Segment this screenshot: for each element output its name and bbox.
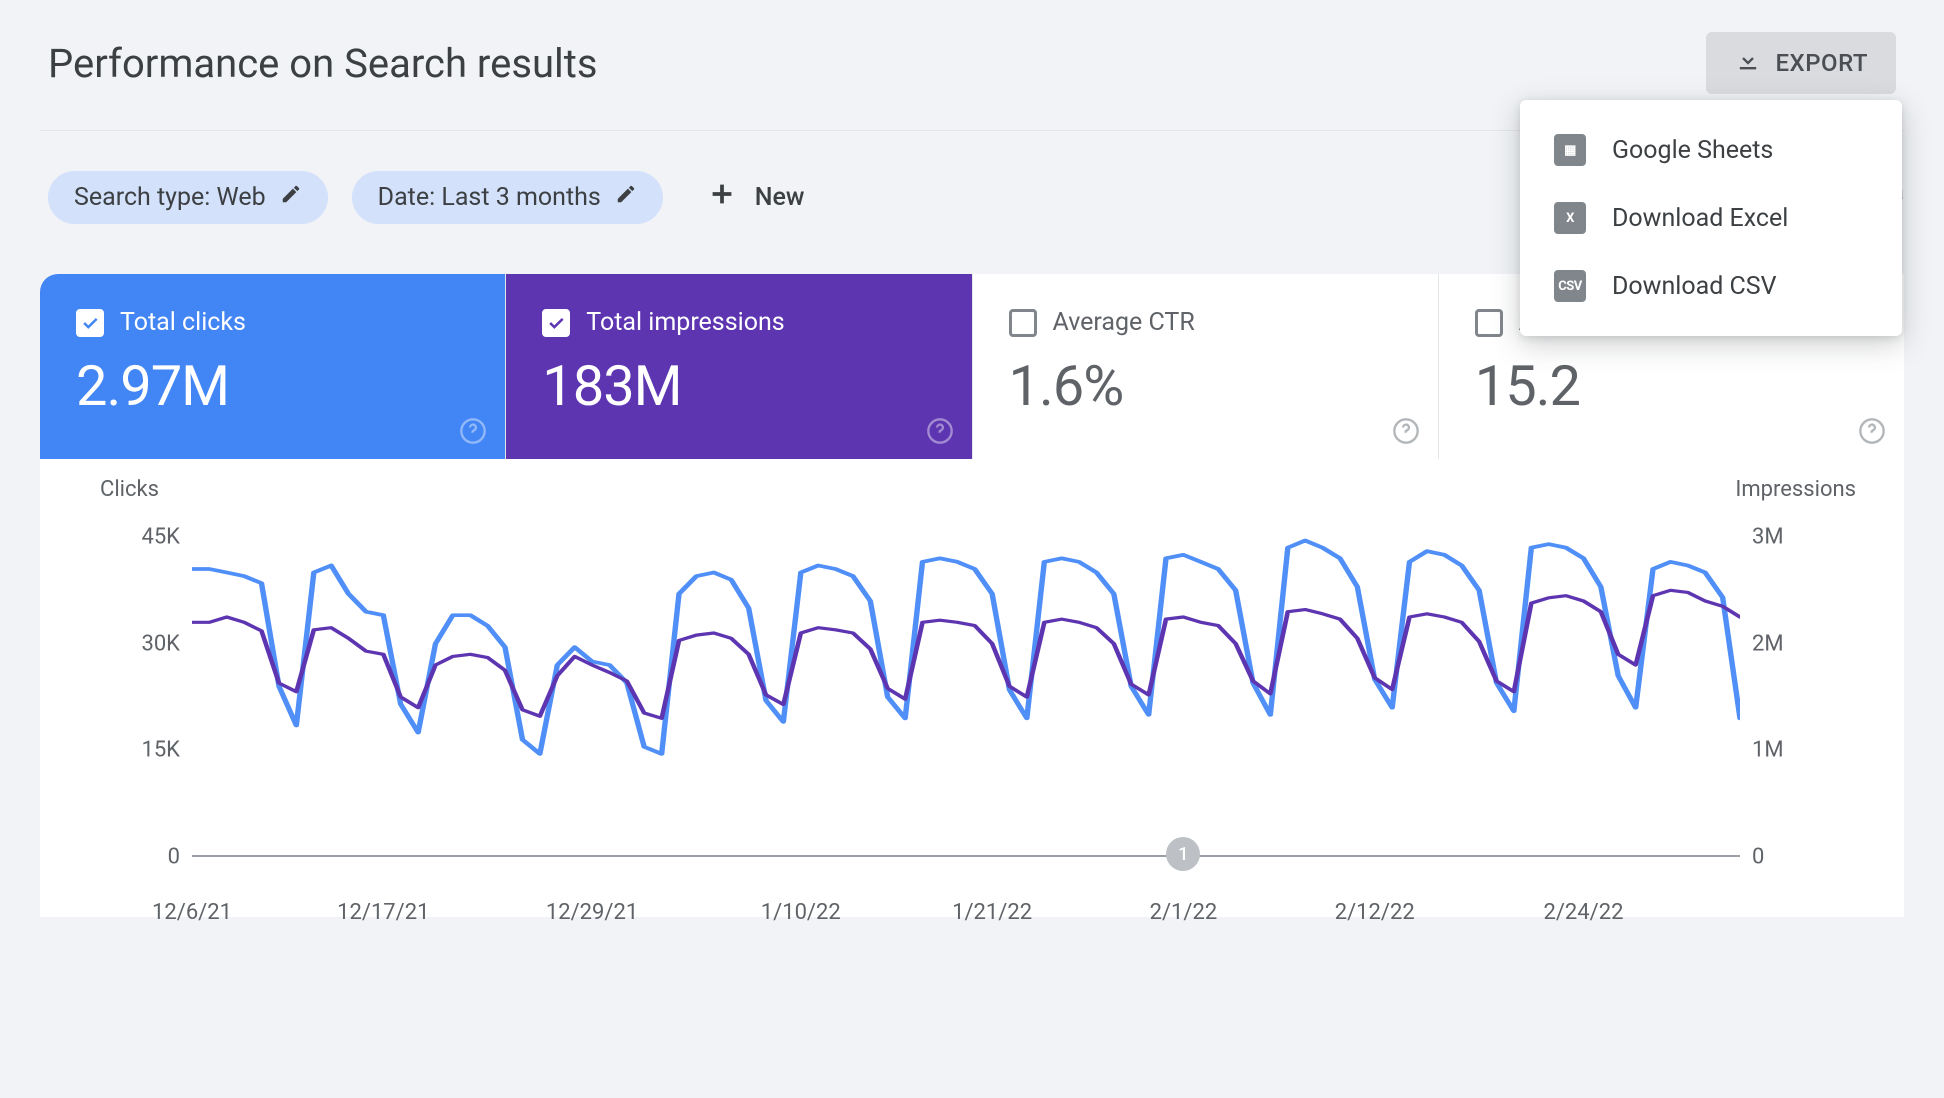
card-total-clicks[interactable]: Total clicks 2.97M <box>40 274 506 459</box>
x-tick: 12/29/21 <box>546 900 638 925</box>
export-menu-google-sheets[interactable]: ▦ Google Sheets <box>1520 116 1902 184</box>
x-tick: 1/10/22 <box>761 900 841 925</box>
help-icon[interactable] <box>459 417 487 445</box>
y-axis-right-title: Impressions <box>1735 477 1856 502</box>
export-menu-item-label: Google Sheets <box>1612 136 1773 165</box>
export-menu-download-csv[interactable]: CSV Download CSV <box>1520 252 1902 320</box>
export-menu-download-excel[interactable]: X Download Excel <box>1520 184 1902 252</box>
chart-lines <box>192 537 1740 857</box>
chart-annotation-badge[interactable]: 1 <box>1166 837 1200 871</box>
chart-panel: Clicks Impressions 45K30K15K03M2M1M012/6… <box>40 459 1904 917</box>
filter-search-type-label: Search type: Web <box>74 183 266 212</box>
export-button-label: EXPORT <box>1776 49 1869 77</box>
export-menu-item-label: Download Excel <box>1612 204 1788 233</box>
plus-icon <box>707 179 737 216</box>
chart-baseline <box>192 855 1740 857</box>
pencil-icon <box>615 183 637 212</box>
y-tick-right: 2M <box>1752 631 1812 656</box>
filter-search-type[interactable]: Search type: Web <box>48 171 328 224</box>
checkbox-unchecked-icon <box>1009 309 1037 337</box>
x-tick: 2/1/22 <box>1150 900 1218 925</box>
card-value: 2.97M <box>76 353 469 419</box>
download-icon <box>1734 46 1762 80</box>
x-tick: 12/17/21 <box>337 900 429 925</box>
csv-icon: CSV <box>1554 270 1586 302</box>
x-tick: 1/21/22 <box>952 900 1032 925</box>
y-tick-right: 1M <box>1752 738 1812 763</box>
card-label: Total clicks <box>120 308 246 337</box>
checkbox-unchecked-icon <box>1475 309 1503 337</box>
new-filter-button[interactable]: New <box>687 169 825 226</box>
x-tick: 12/6/21 <box>152 900 232 925</box>
export-menu: ▦ Google Sheets X Download Excel CSV Dow… <box>1520 100 1902 336</box>
pencil-icon <box>280 183 302 212</box>
y-tick-left: 30K <box>124 631 180 656</box>
new-filter-label: New <box>755 183 805 212</box>
card-label: Total impressions <box>586 308 784 337</box>
chart-series-clicks <box>192 541 1740 754</box>
help-icon[interactable] <box>926 417 954 445</box>
card-total-impressions[interactable]: Total impressions 183M <box>506 274 972 459</box>
card-value: 1.6% <box>1009 353 1402 419</box>
y-tick-left: 15K <box>124 738 180 763</box>
export-button[interactable]: EXPORT <box>1706 32 1897 94</box>
page-title: Performance on Search results <box>48 40 597 87</box>
checkbox-checked-icon <box>76 309 104 337</box>
y-tick-right: 0 <box>1752 845 1812 870</box>
card-value: 183M <box>542 353 935 419</box>
filter-date[interactable]: Date: Last 3 months <box>352 171 663 224</box>
export-menu-item-label: Download CSV <box>1612 272 1777 301</box>
checkbox-checked-icon <box>542 309 570 337</box>
y-tick-left: 45K <box>124 525 180 550</box>
x-tick: 2/24/22 <box>1543 900 1623 925</box>
y-tick-left: 0 <box>124 845 180 870</box>
filter-date-label: Date: Last 3 months <box>378 183 601 212</box>
card-average-ctr[interactable]: Average CTR 1.6% <box>973 274 1439 459</box>
card-value: 15.2 <box>1475 353 1868 419</box>
help-icon[interactable] <box>1392 417 1420 445</box>
excel-icon: X <box>1554 202 1586 234</box>
card-label: Average CTR <box>1053 308 1195 337</box>
sheets-icon: ▦ <box>1554 134 1586 166</box>
x-tick: 2/12/22 <box>1335 900 1415 925</box>
chart-body: 45K30K15K03M2M1M012/6/2112/17/2112/29/21… <box>192 537 1740 857</box>
y-axis-left-title: Clicks <box>100 477 159 502</box>
y-tick-right: 3M <box>1752 525 1812 550</box>
help-icon[interactable] <box>1858 417 1886 445</box>
